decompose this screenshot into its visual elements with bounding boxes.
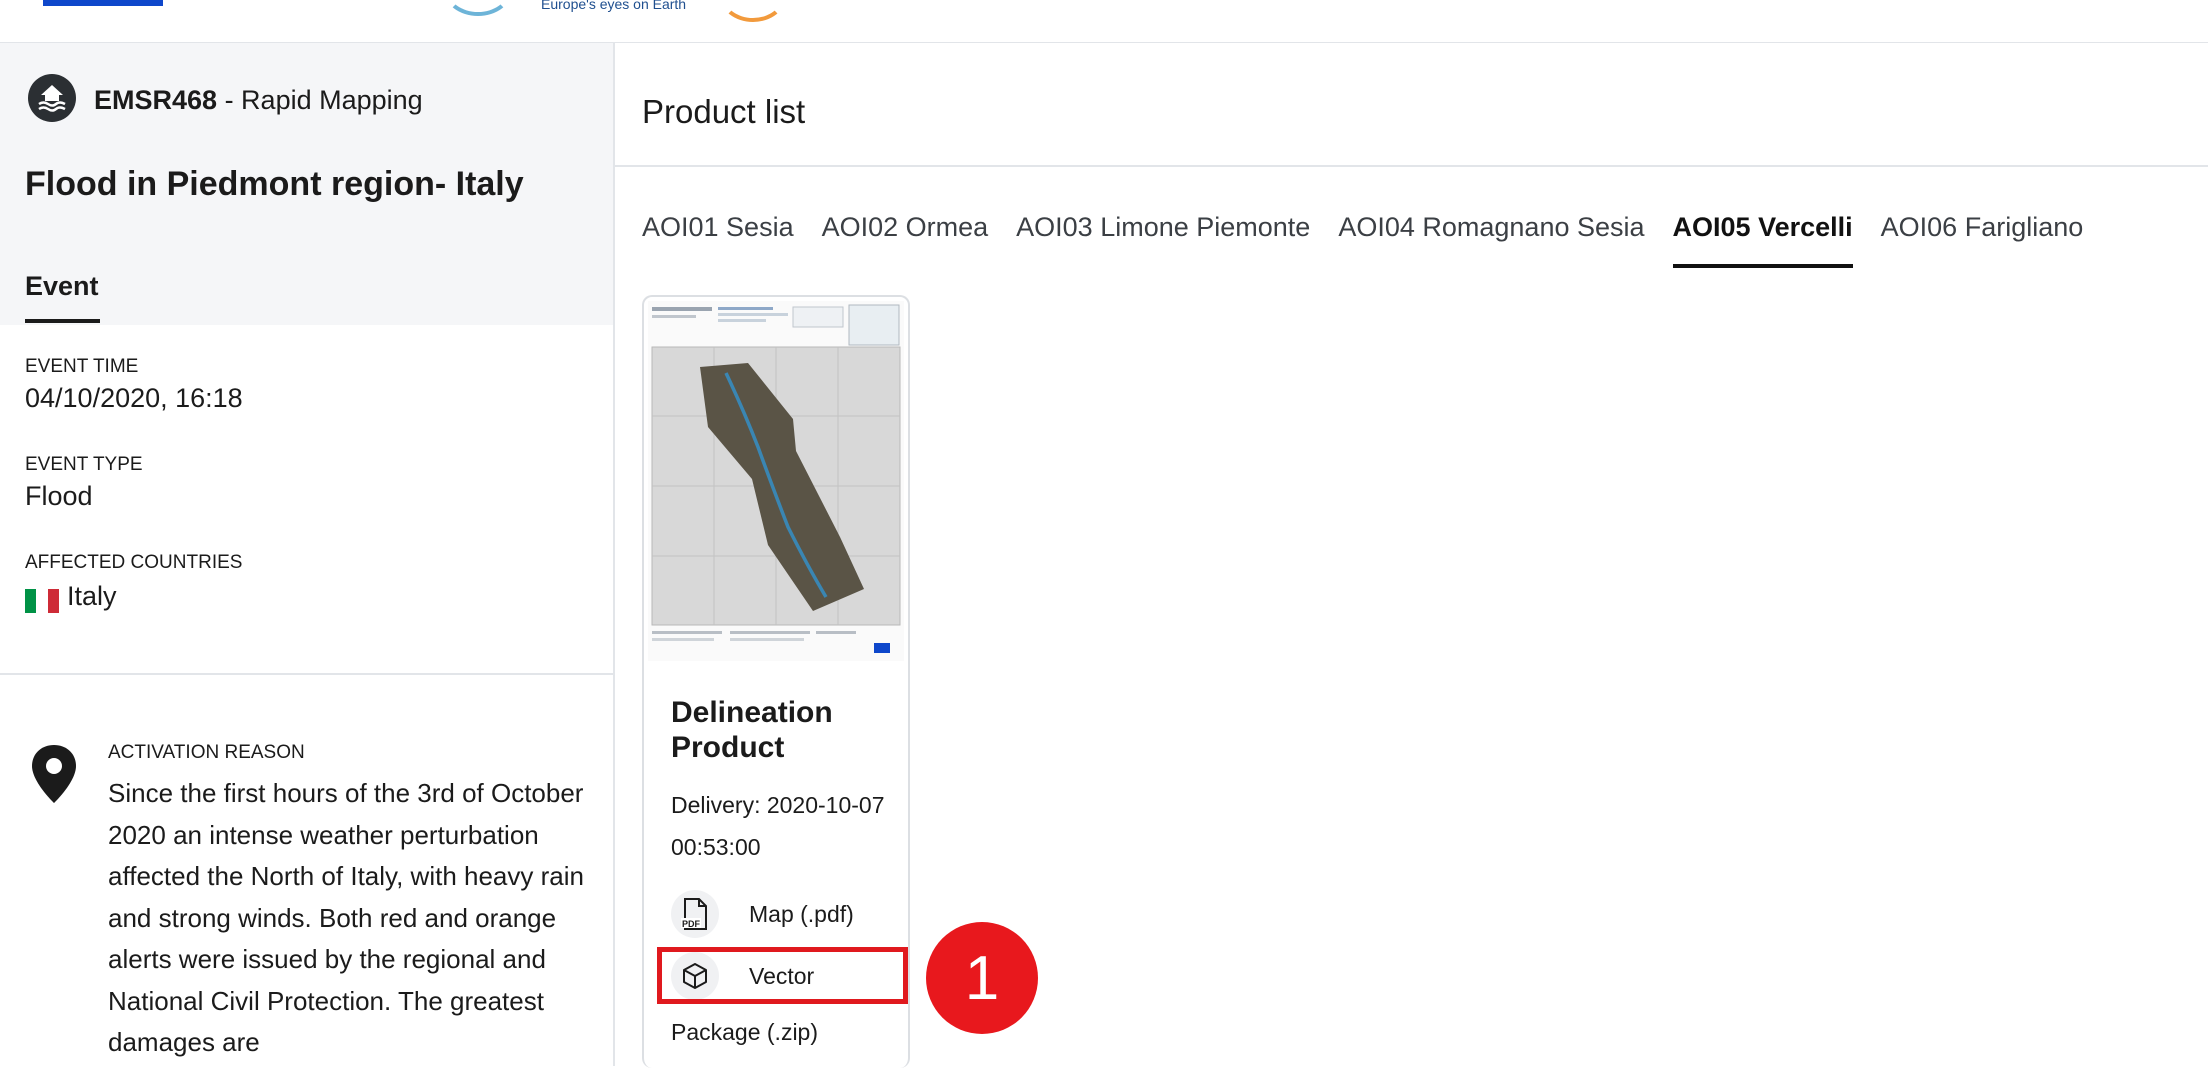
top-header: Europe's eyes on Earth	[0, 0, 2208, 44]
map-pdf-label[interactable]: Map (.pdf)	[749, 901, 854, 928]
eu-logo[interactable]	[43, 0, 163, 6]
flood-icon	[28, 74, 76, 122]
aoi-tabs: AOI01 Sesia AOI02 Ormea AOI03 Limone Pie…	[642, 212, 2083, 268]
tab-aoi06[interactable]: AOI06 Farigliano	[1881, 212, 2084, 268]
ems-logo[interactable]	[720, 0, 786, 22]
tab-aoi03[interactable]: AOI03 Limone Piemonte	[1016, 212, 1310, 268]
page-title: Product list	[642, 93, 806, 130]
event-time-value: 04/10/2020, 16:18	[25, 383, 243, 413]
event-time-label: EVENT TIME	[25, 356, 139, 377]
map-thumbnail[interactable]	[648, 301, 904, 661]
tab-aoi05[interactable]: AOI05 Vercelli	[1672, 212, 1853, 268]
divider	[0, 673, 613, 675]
highlight-box	[657, 947, 908, 1004]
copernicus-logo[interactable]	[444, 0, 512, 16]
activation-reason-text: Since the first hours of the 3rd of Octo…	[108, 778, 584, 1057]
copernicus-tagline: Europe's eyes on Earth	[541, 0, 687, 12]
tab-aoi04[interactable]: AOI04 Romagnano Sesia	[1338, 212, 1644, 268]
event-sidebar: EMSR468 - Rapid Mapping Flood in Piedmon…	[0, 43, 615, 1066]
tab-aoi02[interactable]: AOI02 Ormea	[822, 212, 989, 268]
package-zip-label[interactable]: Package (.zip)	[671, 1019, 818, 1046]
step-marker: 1	[926, 922, 1038, 1034]
activation-type: - Rapid Mapping	[217, 85, 423, 115]
delivery-date: Delivery: 2020-10-07 00:53:00	[671, 792, 885, 860]
event-type-label: EVENT TYPE	[25, 454, 143, 475]
activation-header: EMSR468 - Rapid Mapping Flood in Piedmon…	[0, 43, 613, 325]
italy-flag-icon	[25, 589, 59, 613]
tab-aoi01[interactable]: AOI01 Sesia	[642, 212, 794, 268]
activation-code-line: EMSR468 - Rapid Mapping	[94, 85, 423, 116]
tab-event-underline	[25, 319, 100, 323]
event-type-value: Flood	[25, 481, 93, 511]
affected-countries-label: AFFECTED COUNTRIES	[25, 552, 243, 573]
activation-reason-label: ACTIVATION REASON	[108, 742, 305, 763]
product-title: Delineation Product	[671, 696, 833, 764]
pdf-icon-text: PDF	[682, 919, 701, 929]
tab-event[interactable]: Event	[25, 271, 99, 302]
pdf-file-icon: PDF	[671, 890, 719, 938]
event-title: Flood in Piedmont region- Italy	[25, 165, 524, 203]
map-pdf-download[interactable]: PDF Map (.pdf)	[671, 890, 901, 942]
affected-country: Italy	[67, 581, 117, 611]
activation-code: EMSR468	[94, 85, 218, 115]
map-pin-icon	[32, 745, 76, 803]
product-list-header: Product list	[615, 43, 2208, 167]
